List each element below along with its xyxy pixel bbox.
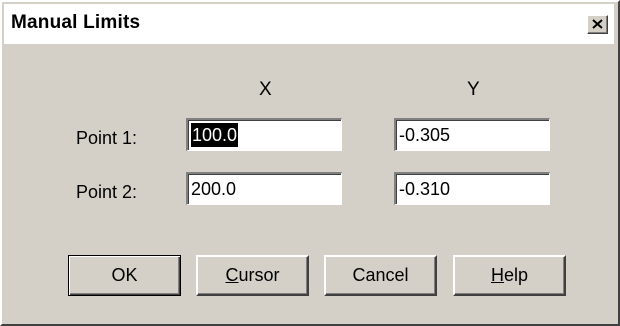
ok-button[interactable]: OK bbox=[68, 255, 181, 296]
point-1-y-field[interactable] bbox=[394, 118, 550, 151]
help-button-label: Help bbox=[490, 265, 529, 285]
title-bar[interactable]: Manual Limits bbox=[4, 4, 614, 44]
window-title: Manual Limits bbox=[11, 12, 141, 33]
cancel-button[interactable]: Cancel bbox=[324, 255, 437, 296]
point-1-y-input[interactable] bbox=[399, 123, 544, 147]
close-button[interactable] bbox=[587, 15, 608, 34]
point-2-label: Point 2: bbox=[76, 182, 138, 202]
manual-limits-dialog: Manual Limits X Y Point 1: 100.0 Point 2… bbox=[0, 0, 620, 326]
cursor-button-label: Cursor bbox=[225, 265, 280, 285]
close-icon bbox=[592, 19, 603, 29]
cancel-button-label: Cancel bbox=[352, 265, 409, 285]
point-2-y-field[interactable] bbox=[394, 172, 550, 205]
ok-button-label: OK bbox=[111, 265, 138, 285]
cursor-button[interactable]: Cursor bbox=[196, 255, 309, 296]
point-1-x-selected-text: 100.0 bbox=[191, 123, 239, 147]
column-header-x: X bbox=[259, 79, 272, 100]
point-2-x-input[interactable] bbox=[191, 177, 336, 201]
point-1-label: Point 1: bbox=[76, 128, 138, 148]
point-1-x-field[interactable]: 100.0 bbox=[186, 118, 342, 151]
column-header-y: Y bbox=[467, 79, 480, 100]
help-button[interactable]: Help bbox=[453, 255, 566, 296]
point-2-x-field[interactable] bbox=[186, 172, 342, 205]
point-2-y-input[interactable] bbox=[399, 177, 544, 201]
